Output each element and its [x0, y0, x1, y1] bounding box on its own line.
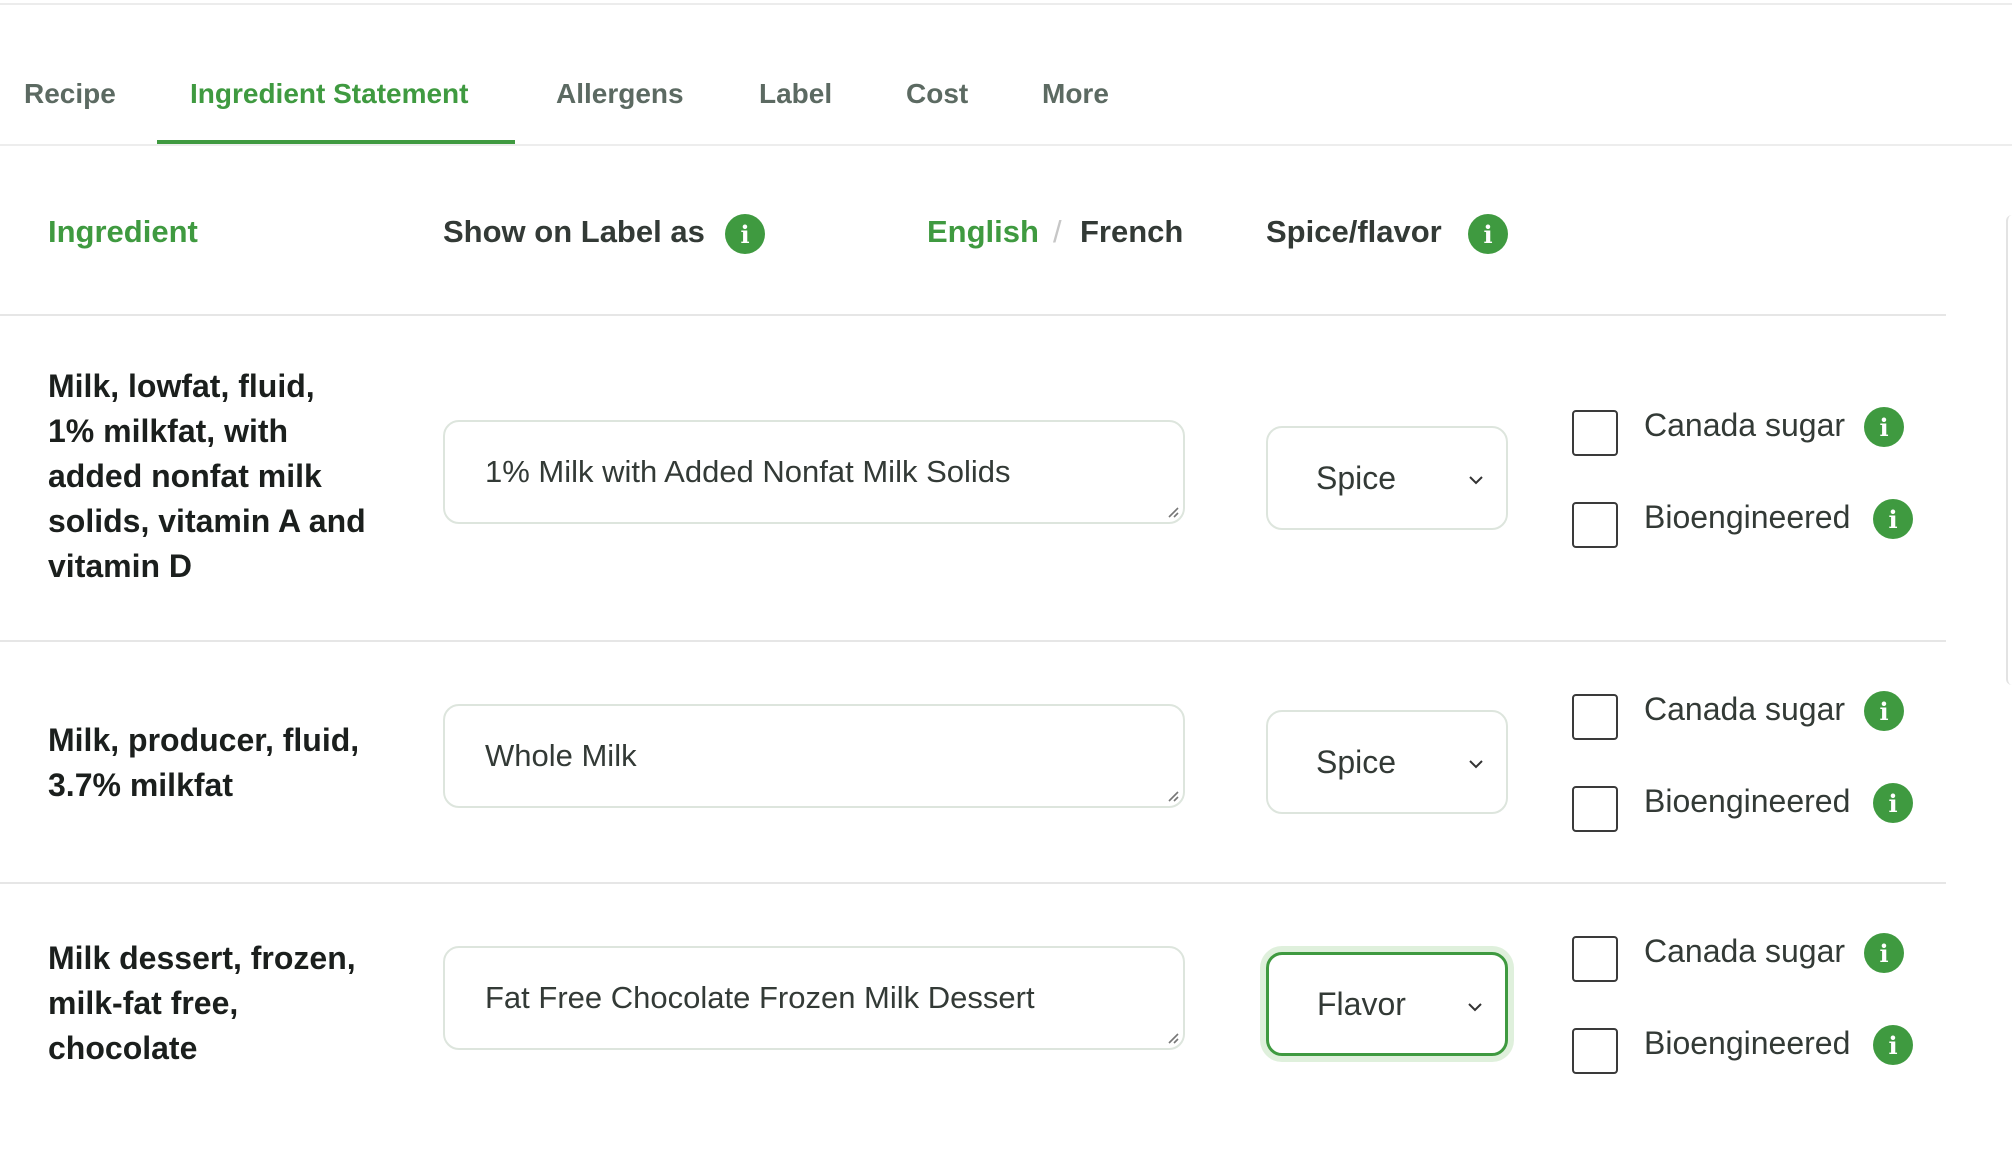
chevron-down-icon	[1469, 476, 1483, 485]
canada-sugar-label: Canada sugar	[1644, 691, 1846, 727]
tab-recipe[interactable]: Recipe	[24, 78, 116, 110]
canada-sugar-checkbox[interactable]	[1572, 936, 1618, 982]
info-icon[interactable]: i	[1864, 691, 1904, 731]
ingredient-name: Milk, lowfat, fluid, 1% milkfat, with ad…	[48, 368, 366, 584]
ingredient-name: Milk, producer, fluid, 3.7% milkfat	[48, 722, 360, 803]
bioengineered-checkbox[interactable]	[1572, 502, 1618, 548]
bioengineered-checkbox[interactable]	[1572, 786, 1618, 832]
tab-ingredient-statement[interactable]: Ingredient Statement	[190, 78, 468, 110]
bioengineered-checkbox[interactable]	[1572, 1028, 1618, 1074]
resize-handle-icon[interactable]	[1165, 1030, 1179, 1044]
info-icon[interactable]: i	[1873, 1025, 1913, 1065]
tab-bar: Recipe Ingredient Statement Allergens La…	[0, 60, 2012, 146]
column-header-row: Ingredient Show on Label as i English / …	[0, 146, 1946, 316]
ingredient-row: Milk, lowfat, fluid, 1% milkfat, with ad…	[0, 316, 1946, 642]
tab-allergens[interactable]: Allergens	[556, 78, 684, 110]
lang-separator: /	[1053, 214, 1062, 249]
ingredient-name: Milk dessert, frozen, milk-fat free, cho…	[48, 940, 356, 1066]
canada-sugar-label: Canada sugar	[1644, 407, 1846, 443]
ingredient-row: Milk, producer, fluid, 3.7% milkfat Whol…	[0, 642, 1946, 884]
info-icon[interactable]: i	[1864, 933, 1904, 973]
show-on-label-value: 1% Milk with Added Nonfat Milk Solids	[485, 454, 1011, 489]
chevron-down-icon	[1469, 760, 1483, 769]
show-on-label-input[interactable]: 1% Milk with Added Nonfat Milk Solids	[443, 420, 1185, 524]
lang-english-toggle[interactable]: English	[927, 214, 1039, 250]
canada-sugar-checkbox[interactable]	[1572, 410, 1618, 456]
tab-label[interactable]: Label	[759, 78, 832, 110]
active-tab-indicator	[157, 140, 515, 144]
spice-flavor-select[interactable]: Spice	[1266, 426, 1508, 530]
show-on-label-input[interactable]: Fat Free Chocolate Frozen Milk Dessert	[443, 946, 1185, 1050]
info-icon[interactable]: i	[1873, 499, 1913, 539]
show-on-label-header: Show on Label as	[443, 214, 705, 249]
tab-more[interactable]: More	[1042, 78, 1109, 110]
bioengineered-label: Bioengineered	[1644, 499, 1851, 535]
info-icon[interactable]: i	[1864, 407, 1904, 447]
bioengineered-label: Bioengineered	[1644, 783, 1851, 819]
lang-french-toggle[interactable]: French	[1080, 214, 1183, 250]
spice-flavor-header: Spice/flavor	[1266, 214, 1442, 249]
show-on-label-value: Whole Milk	[485, 738, 637, 773]
info-icon[interactable]: i	[1873, 783, 1913, 823]
canada-sugar-label: Canada sugar	[1644, 933, 1846, 969]
show-on-label-input[interactable]: Whole Milk	[443, 704, 1185, 808]
canada-sugar-checkbox[interactable]	[1572, 694, 1618, 740]
tab-cost[interactable]: Cost	[906, 78, 968, 110]
info-icon[interactable]: i	[1468, 214, 1508, 254]
spice-flavor-select[interactable]: Flavor	[1266, 952, 1508, 1056]
resize-handle-icon[interactable]	[1165, 788, 1179, 802]
spice-flavor-value: Flavor	[1317, 985, 1406, 1022]
side-panel-edge	[2006, 215, 2012, 685]
spice-flavor-select[interactable]: Spice	[1266, 710, 1508, 814]
resize-handle-icon[interactable]	[1165, 504, 1179, 518]
spice-flavor-value: Spice	[1316, 743, 1397, 780]
bioengineered-label: Bioengineered	[1644, 1025, 1851, 1061]
info-icon[interactable]: i	[725, 214, 765, 254]
spice-flavor-value: Spice	[1316, 459, 1397, 496]
show-on-label-value: Fat Free Chocolate Frozen Milk Dessert	[485, 980, 1035, 1015]
ingredient-column-header[interactable]: Ingredient	[48, 214, 198, 250]
ingredient-row: Milk dessert, frozen, milk-fat free, cho…	[0, 884, 1946, 1124]
top-border	[0, 3, 2012, 5]
chevron-down-icon	[1468, 1003, 1482, 1012]
